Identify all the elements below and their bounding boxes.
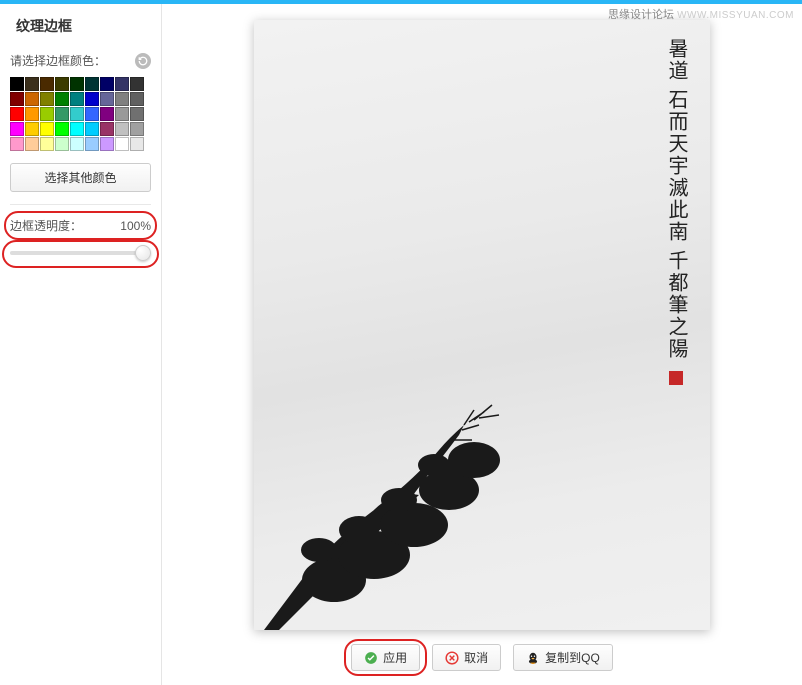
- color-swatch[interactable]: [70, 77, 84, 91]
- color-swatch[interactable]: [40, 107, 54, 121]
- watermark-cn: 思缘设计论坛: [608, 9, 674, 21]
- color-swatch[interactable]: [10, 122, 24, 136]
- color-swatch[interactable]: [70, 122, 84, 136]
- sidebar-panel: 纹理边框 请选择边框颜色： 选择其他颜色 边框透明度： 100%: [0, 4, 162, 685]
- color-swatch[interactable]: [40, 122, 54, 136]
- color-swatch[interactable]: [85, 137, 99, 151]
- opacity-value: 100%: [120, 219, 151, 233]
- opacity-label: 边框透明度：: [10, 217, 82, 234]
- color-swatch[interactable]: [70, 107, 84, 121]
- color-swatch[interactable]: [100, 92, 114, 106]
- apply-label: 应用: [383, 649, 407, 666]
- color-swatch[interactable]: [115, 137, 129, 151]
- color-swatch[interactable]: [55, 122, 69, 136]
- color-swatch[interactable]: [55, 107, 69, 121]
- color-swatch[interactable]: [130, 77, 144, 91]
- slider-track: [10, 251, 151, 255]
- color-swatch[interactable]: [85, 122, 99, 136]
- choose-other-color-button[interactable]: 选择其他颜色: [10, 163, 151, 192]
- color-swatch[interactable]: [70, 137, 84, 151]
- canvas-area: 暑道 石而天宇滅此南 千都筆之陽: [162, 4, 802, 685]
- calligraphy-line: 千都筆之陽: [665, 250, 687, 360]
- color-swatch[interactable]: [25, 122, 39, 136]
- color-swatch[interactable]: [100, 107, 114, 121]
- cancel-button[interactable]: 取消: [432, 644, 501, 671]
- color-swatch[interactable]: [115, 77, 129, 91]
- image-preview: 暑道 石而天宇滅此南 千都筆之陽: [254, 20, 710, 630]
- color-swatch[interactable]: [25, 92, 39, 106]
- color-swatch[interactable]: [55, 77, 69, 91]
- refresh-icon[interactable]: [135, 53, 151, 69]
- color-swatch[interactable]: [100, 122, 114, 136]
- color-swatch[interactable]: [130, 92, 144, 106]
- calligraphy-line: 暑道: [665, 38, 687, 82]
- copy-qq-label: 复制到QQ: [545, 649, 600, 666]
- color-swatch[interactable]: [10, 77, 24, 91]
- color-swatch[interactable]: [115, 107, 129, 121]
- close-icon: [445, 651, 459, 665]
- button-bar: 应用 取消 复制到QQ: [351, 644, 613, 671]
- color-picker-label: 请选择边框颜色：: [10, 52, 106, 69]
- color-swatch[interactable]: [85, 92, 99, 106]
- color-swatch[interactable]: [40, 77, 54, 91]
- opacity-slider[interactable]: [10, 244, 151, 262]
- calligraphy-line: 石而天宇滅此南: [665, 89, 687, 243]
- qq-icon: [526, 651, 540, 665]
- watermark-en: WWW.MISSYUAN.COM: [677, 10, 794, 21]
- color-swatch[interactable]: [115, 122, 129, 136]
- apply-button[interactable]: 应用: [351, 644, 420, 671]
- color-swatch[interactable]: [10, 92, 24, 106]
- slider-thumb[interactable]: [135, 245, 151, 261]
- color-swatch[interactable]: [25, 107, 39, 121]
- cancel-label: 取消: [464, 649, 488, 666]
- color-swatch[interactable]: [70, 92, 84, 106]
- color-swatch[interactable]: [130, 137, 144, 151]
- color-swatch[interactable]: [40, 137, 54, 151]
- check-icon: [364, 651, 378, 665]
- color-swatch[interactable]: [55, 137, 69, 151]
- color-swatch[interactable]: [25, 77, 39, 91]
- color-swatch[interactable]: [10, 137, 24, 151]
- color-swatch[interactable]: [115, 92, 129, 106]
- calligraphy-text: 暑道 石而天宇滅此南 千都筆之陽: [660, 38, 692, 385]
- color-swatch[interactable]: [100, 137, 114, 151]
- site-watermark: 思缘设计论坛 WWW.MISSYUAN.COM: [608, 6, 794, 22]
- color-swatch-grid: [10, 77, 151, 151]
- copy-to-qq-button[interactable]: 复制到QQ: [513, 644, 613, 671]
- color-swatch[interactable]: [85, 107, 99, 121]
- color-swatch[interactable]: [130, 122, 144, 136]
- color-swatch[interactable]: [85, 77, 99, 91]
- color-swatch[interactable]: [130, 107, 144, 121]
- color-swatch[interactable]: [25, 137, 39, 151]
- tree-illustration: [264, 370, 564, 630]
- color-swatch[interactable]: [55, 92, 69, 106]
- panel-title: 纹理边框: [10, 12, 151, 46]
- color-swatch[interactable]: [10, 107, 24, 121]
- color-swatch[interactable]: [100, 77, 114, 91]
- divider: [10, 204, 151, 205]
- color-swatch[interactable]: [40, 92, 54, 106]
- seal-icon: [669, 371, 683, 385]
